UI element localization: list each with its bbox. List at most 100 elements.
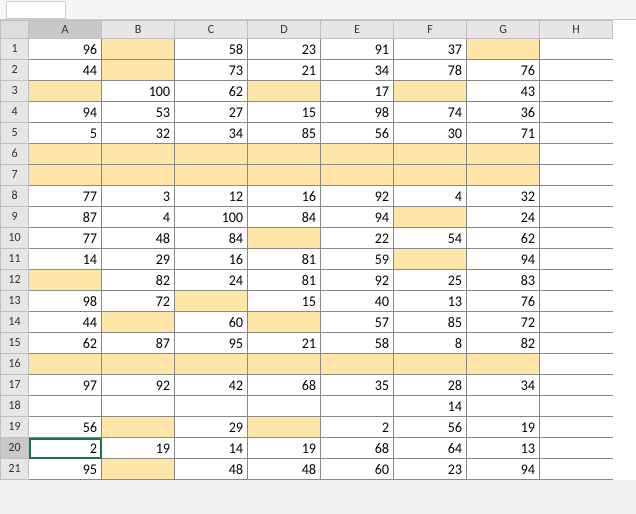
cell-C21[interactable]: 48 [175,459,248,480]
row-header-8[interactable]: 8 [1,186,29,207]
cell-E12[interactable]: 92 [321,270,394,291]
cell-D6[interactable] [248,144,321,165]
cell-A5[interactable]: 5 [29,123,102,144]
cell-H10[interactable] [540,228,613,249]
grid-wrapper[interactable]: ABCDEFGH 1965823913724473213478763100621… [0,20,636,480]
cell-A17[interactable]: 97 [29,375,102,396]
cell-E17[interactable]: 35 [321,375,394,396]
cell-E8[interactable]: 92 [321,186,394,207]
cell-B16[interactable] [102,354,175,375]
cell-G11[interactable]: 94 [467,249,540,270]
row-header-2[interactable]: 2 [1,60,29,81]
cell-C5[interactable]: 34 [175,123,248,144]
cell-D16[interactable] [248,354,321,375]
cell-E11[interactable]: 59 [321,249,394,270]
cell-E16[interactable] [321,354,394,375]
cell-G9[interactable]: 24 [467,207,540,228]
cell-F13[interactable]: 13 [394,291,467,312]
cell-F14[interactable]: 85 [394,312,467,333]
cell-B12[interactable]: 82 [102,270,175,291]
cell-A11[interactable]: 14 [29,249,102,270]
cell-G19[interactable]: 19 [467,417,540,438]
cell-E20[interactable]: 68 [321,438,394,459]
col-header-E[interactable]: E [321,21,394,39]
cell-A2[interactable]: 44 [29,60,102,81]
cell-G12[interactable]: 83 [467,270,540,291]
cell-G7[interactable] [467,165,540,186]
cell-F21[interactable]: 23 [394,459,467,480]
cell-H20[interactable] [540,438,613,459]
row-header-11[interactable]: 11 [1,249,29,270]
cell-F18[interactable]: 14 [394,396,467,417]
cell-C4[interactable]: 27 [175,102,248,123]
cell-E14[interactable]: 57 [321,312,394,333]
cell-F7[interactable] [394,165,467,186]
cell-G4[interactable]: 36 [467,102,540,123]
cell-A21[interactable]: 95 [29,459,102,480]
cell-D14[interactable] [248,312,321,333]
col-header-D[interactable]: D [248,21,321,39]
cell-C13[interactable] [175,291,248,312]
cell-E3[interactable]: 17 [321,81,394,102]
cell-B9[interactable]: 4 [102,207,175,228]
cell-E5[interactable]: 56 [321,123,394,144]
cell-F12[interactable]: 25 [394,270,467,291]
cell-A16[interactable] [29,354,102,375]
cell-H1[interactable] [540,39,613,60]
cell-D19[interactable] [248,417,321,438]
cell-E2[interactable]: 34 [321,60,394,81]
cell-F10[interactable]: 54 [394,228,467,249]
cell-B6[interactable] [102,144,175,165]
cell-D3[interactable] [248,81,321,102]
cell-A10[interactable]: 77 [29,228,102,249]
cell-A12[interactable] [29,270,102,291]
cell-F19[interactable]: 56 [394,417,467,438]
cell-B2[interactable] [102,60,175,81]
select-all-corner[interactable] [1,21,29,39]
cell-C19[interactable]: 29 [175,417,248,438]
row-header-3[interactable]: 3 [1,81,29,102]
row-header-9[interactable]: 9 [1,207,29,228]
cell-D12[interactable]: 81 [248,270,321,291]
name-box[interactable] [6,1,66,19]
cell-H2[interactable] [540,60,613,81]
row-header-4[interactable]: 4 [1,102,29,123]
cell-B17[interactable]: 92 [102,375,175,396]
cell-H15[interactable] [540,333,613,354]
cell-H19[interactable] [540,417,613,438]
cell-D1[interactable]: 23 [248,39,321,60]
cell-A18[interactable] [29,396,102,417]
cell-H17[interactable] [540,375,613,396]
col-header-G[interactable]: G [467,21,540,39]
cell-D15[interactable]: 21 [248,333,321,354]
cell-D13[interactable]: 15 [248,291,321,312]
cell-H21[interactable] [540,459,613,480]
cell-D21[interactable]: 48 [248,459,321,480]
cell-A8[interactable]: 77 [29,186,102,207]
cell-D20[interactable]: 19 [248,438,321,459]
cell-G14[interactable]: 72 [467,312,540,333]
cell-D9[interactable]: 84 [248,207,321,228]
cell-F17[interactable]: 28 [394,375,467,396]
cell-D11[interactable]: 81 [248,249,321,270]
cell-H9[interactable] [540,207,613,228]
cell-D10[interactable] [248,228,321,249]
cell-B21[interactable] [102,459,175,480]
row-header-15[interactable]: 15 [1,333,29,354]
cell-G10[interactable]: 62 [467,228,540,249]
cell-A7[interactable] [29,165,102,186]
cell-A20[interactable]: 2 [29,438,102,459]
cell-F9[interactable] [394,207,467,228]
cell-G8[interactable]: 32 [467,186,540,207]
cell-C10[interactable]: 84 [175,228,248,249]
cell-F6[interactable] [394,144,467,165]
cell-B4[interactable]: 53 [102,102,175,123]
cell-B19[interactable] [102,417,175,438]
cell-F1[interactable]: 37 [394,39,467,60]
cell-D17[interactable]: 68 [248,375,321,396]
cell-B15[interactable]: 87 [102,333,175,354]
cell-C1[interactable]: 58 [175,39,248,60]
cell-A6[interactable] [29,144,102,165]
cell-C7[interactable] [175,165,248,186]
cell-C9[interactable]: 100 [175,207,248,228]
